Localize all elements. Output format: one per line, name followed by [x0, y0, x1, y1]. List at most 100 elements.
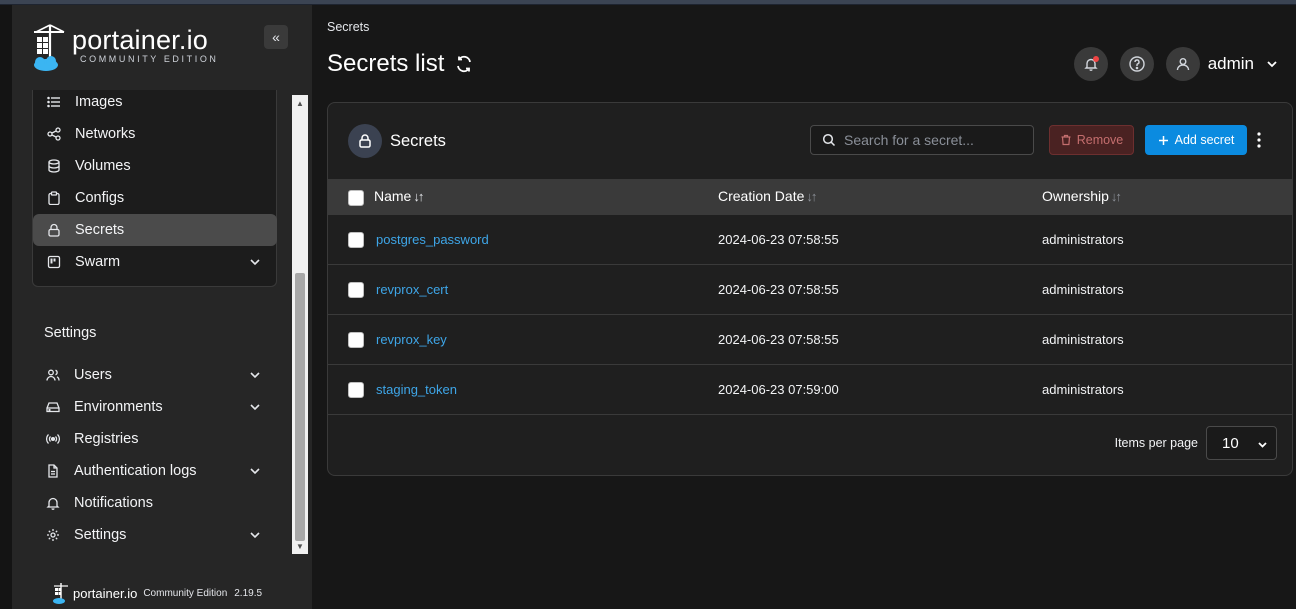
portainer-logo-icon	[34, 24, 65, 71]
chevron-down-icon[interactable]	[247, 399, 263, 415]
page-title-text: Secrets list	[327, 50, 445, 77]
user-name[interactable]: admin	[1208, 54, 1254, 74]
remove-button[interactable]: Remove	[1049, 125, 1134, 155]
sidebar-item-swarm[interactable]: Swarm	[33, 246, 277, 278]
chevron-down-icon	[1258, 442, 1267, 448]
file-text-icon	[44, 462, 62, 480]
sort-icon[interactable]: ↓↑	[1111, 189, 1122, 204]
hard-drive-icon	[44, 398, 62, 416]
row-checkbox[interactable]	[348, 282, 364, 298]
search-icon	[822, 133, 836, 147]
table-row: staging_token 2024-06-23 07:59:00 admini…	[328, 365, 1292, 415]
sidebar-item-registries[interactable]: Registries	[44, 423, 277, 455]
more-options-icon[interactable]	[1254, 131, 1264, 149]
collapse-sidebar-button[interactable]: «	[264, 25, 288, 49]
sidebar-item-label: Volumes	[75, 158, 131, 174]
lock-icon	[45, 221, 63, 239]
sidebar-item-networks[interactable]: Networks	[33, 118, 277, 150]
column-ownership[interactable]: Ownership ↓↑	[1042, 188, 1122, 204]
header-actions: admin	[1062, 47, 1280, 81]
search-field[interactable]	[810, 125, 1034, 155]
brand-edition: COMMUNITY EDITION	[80, 54, 219, 64]
footer-brand: portainer.io	[73, 585, 138, 601]
secret-name-link[interactable]: postgres_password	[376, 232, 489, 247]
sidebar-item-label: Configs	[75, 190, 125, 206]
sidebar-item-label: Users	[74, 367, 112, 383]
secret-name-link[interactable]: staging_token	[376, 382, 457, 397]
help-button[interactable]	[1119, 47, 1154, 81]
settings-heading: Settings	[44, 325, 97, 341]
chevron-down-icon[interactable]	[247, 254, 263, 270]
bell-icon	[44, 494, 62, 512]
plus-icon	[1158, 135, 1168, 145]
creation-date: 2024-06-23 07:59:00	[718, 382, 839, 397]
ownership: administrators	[1042, 382, 1124, 397]
sidebar: portainer.io COMMUNITY EDITION « Images …	[12, 5, 312, 609]
secret-name-link[interactable]: revprox_cert	[376, 282, 448, 297]
search-input[interactable]	[844, 132, 1024, 148]
pagination: Items per page 10	[1115, 426, 1277, 460]
scroll-down-arrow[interactable]: ▼	[292, 539, 308, 553]
sidebar-item-images[interactable]: Images	[33, 86, 277, 118]
user-icon	[1176, 58, 1189, 71]
row-checkbox[interactable]	[348, 382, 364, 398]
user-avatar[interactable]	[1165, 47, 1200, 81]
select-all-checkbox[interactable]	[348, 190, 364, 206]
chevron-down-icon[interactable]	[247, 463, 263, 479]
chevron-down-icon[interactable]	[247, 367, 263, 383]
main-content: Secrets Secrets list admin Secrets Searc…	[312, 5, 1296, 609]
sidebar-footer: portainer.io Community Edition 2.19.5	[52, 582, 262, 604]
sidebar-scrollbar-thumb[interactable]	[295, 273, 305, 541]
add-secret-button[interactable]: Add secret	[1145, 125, 1247, 155]
column-name[interactable]: Name ↓↑	[374, 188, 424, 204]
creation-date: 2024-06-23 07:58:55	[718, 282, 839, 297]
creation-date: 2024-06-23 07:58:55	[718, 232, 839, 247]
share-icon	[45, 125, 63, 143]
sidebar-item-label: Secrets	[75, 222, 125, 238]
add-secret-label: Add secret	[1174, 133, 1235, 147]
chevron-down-icon[interactable]	[247, 527, 263, 543]
scroll-up-arrow[interactable]: ▲	[292, 96, 308, 110]
sidebar-item-settings[interactable]: Settings	[44, 519, 277, 551]
list-icon	[45, 93, 63, 111]
card-title: Secrets	[390, 132, 446, 150]
secret-name-link[interactable]: revprox_key	[376, 332, 447, 347]
left-edge-strip	[0, 5, 12, 609]
row-checkbox[interactable]	[348, 232, 364, 248]
portainer-logo[interactable]: portainer.io COMMUNITY EDITION	[30, 23, 219, 73]
sidebar-item-authentication-logs[interactable]: Authentication logs	[44, 455, 277, 487]
portainer-footer-logo-icon	[53, 583, 68, 604]
sidebar-item-secrets[interactable]: Secrets	[33, 214, 277, 246]
sort-icon[interactable]: ↓↑	[806, 189, 817, 204]
footer-edition: Community Edition	[143, 587, 228, 599]
sidebar-item-label: Swarm	[75, 254, 121, 270]
sidebar-item-label: Environments	[74, 399, 163, 415]
creation-date: 2024-06-23 07:58:55	[718, 332, 839, 347]
notifications-button[interactable]	[1073, 47, 1108, 81]
remove-button-label: Remove	[1076, 133, 1124, 147]
gear-icon	[44, 526, 62, 544]
help-circle-icon	[1128, 56, 1145, 72]
sidebar-item-notifications[interactable]: Notifications	[44, 487, 277, 519]
items-per-page-value: 10	[1222, 434, 1239, 452]
sidebar-item-label: Notifications	[74, 495, 153, 511]
column-creation-date[interactable]: Creation Date ↓↑	[718, 188, 817, 204]
sidebar-item-volumes[interactable]: Volumes	[33, 150, 277, 182]
chevron-down-icon[interactable]	[1264, 56, 1280, 72]
clipboard-icon	[45, 189, 63, 207]
sidebar-item-users[interactable]: Users	[44, 359, 277, 391]
sidebar-item-configs[interactable]: Configs	[33, 182, 277, 214]
sidebar-item-label: Networks	[75, 126, 136, 142]
sidebar-item-label: Authentication logs	[74, 463, 197, 479]
table-row: revprox_key 2024-06-23 07:58:55 administ…	[328, 315, 1292, 365]
column-label: Creation Date	[718, 188, 805, 204]
card-header: Secrets Remove Add secret	[328, 103, 1292, 179]
row-checkbox[interactable]	[348, 332, 364, 348]
breadcrumb[interactable]: Secrets	[327, 20, 369, 34]
sidebar-item-label: Registries	[74, 431, 139, 447]
items-per-page-select[interactable]: 10	[1206, 426, 1277, 460]
sort-icon[interactable]: ↓↑	[413, 189, 424, 204]
refresh-icon[interactable]	[454, 54, 474, 74]
sidebar-item-environments[interactable]: Environments	[44, 391, 277, 423]
column-label: Ownership	[1042, 188, 1109, 204]
